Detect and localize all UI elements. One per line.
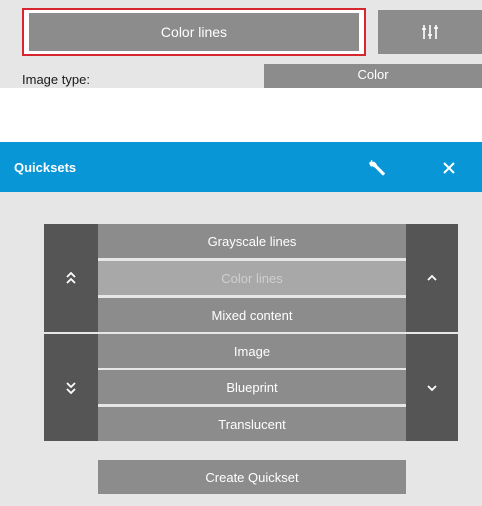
- double-chevron-down-icon: [66, 381, 76, 394]
- quickset-list: Grayscale lines Color lines Mixed conten…: [98, 224, 406, 441]
- quickset-item-color-lines[interactable]: Color lines: [98, 261, 406, 295]
- image-type-selector[interactable]: Color: [264, 64, 482, 88]
- current-quickset-label: Color lines: [29, 13, 359, 51]
- current-quickset-button[interactable]: Color lines: [22, 8, 366, 56]
- close-icon: [443, 162, 455, 174]
- quickset-item-grayscale-lines[interactable]: Grayscale lines: [98, 224, 406, 258]
- scroll-to-top-button[interactable]: [44, 224, 98, 332]
- dialog-header: Quicksets: [0, 142, 482, 192]
- chevron-up-icon: [427, 274, 437, 281]
- scan-settings-panel: Color lines Image type: Color: [0, 0, 482, 88]
- create-quickset-button[interactable]: Create Quickset: [98, 460, 406, 494]
- scroll-down-button[interactable]: [406, 334, 458, 441]
- close-button[interactable]: [434, 154, 464, 182]
- quicksets-dialog: Quicksets Grayscale lines Color lines Mi…: [0, 142, 482, 506]
- sliders-icon: [422, 25, 438, 39]
- chevron-down-icon: [427, 384, 437, 391]
- scroll-up-button[interactable]: [406, 224, 458, 332]
- edit-quicksets-button[interactable]: [362, 154, 392, 182]
- image-type-label: Image type:: [22, 72, 90, 87]
- quickset-item-translucent[interactable]: Translucent: [98, 407, 406, 441]
- quickset-item-mixed-content[interactable]: Mixed content: [98, 298, 406, 332]
- wrench-icon: [369, 159, 385, 176]
- quickset-item-image[interactable]: Image: [98, 334, 406, 368]
- settings-button[interactable]: [378, 10, 482, 54]
- quickset-item-blueprint[interactable]: Blueprint: [98, 370, 406, 404]
- scroll-to-bottom-button[interactable]: [44, 334, 98, 441]
- double-chevron-up-icon: [66, 271, 76, 284]
- dialog-title: Quicksets: [14, 160, 77, 175]
